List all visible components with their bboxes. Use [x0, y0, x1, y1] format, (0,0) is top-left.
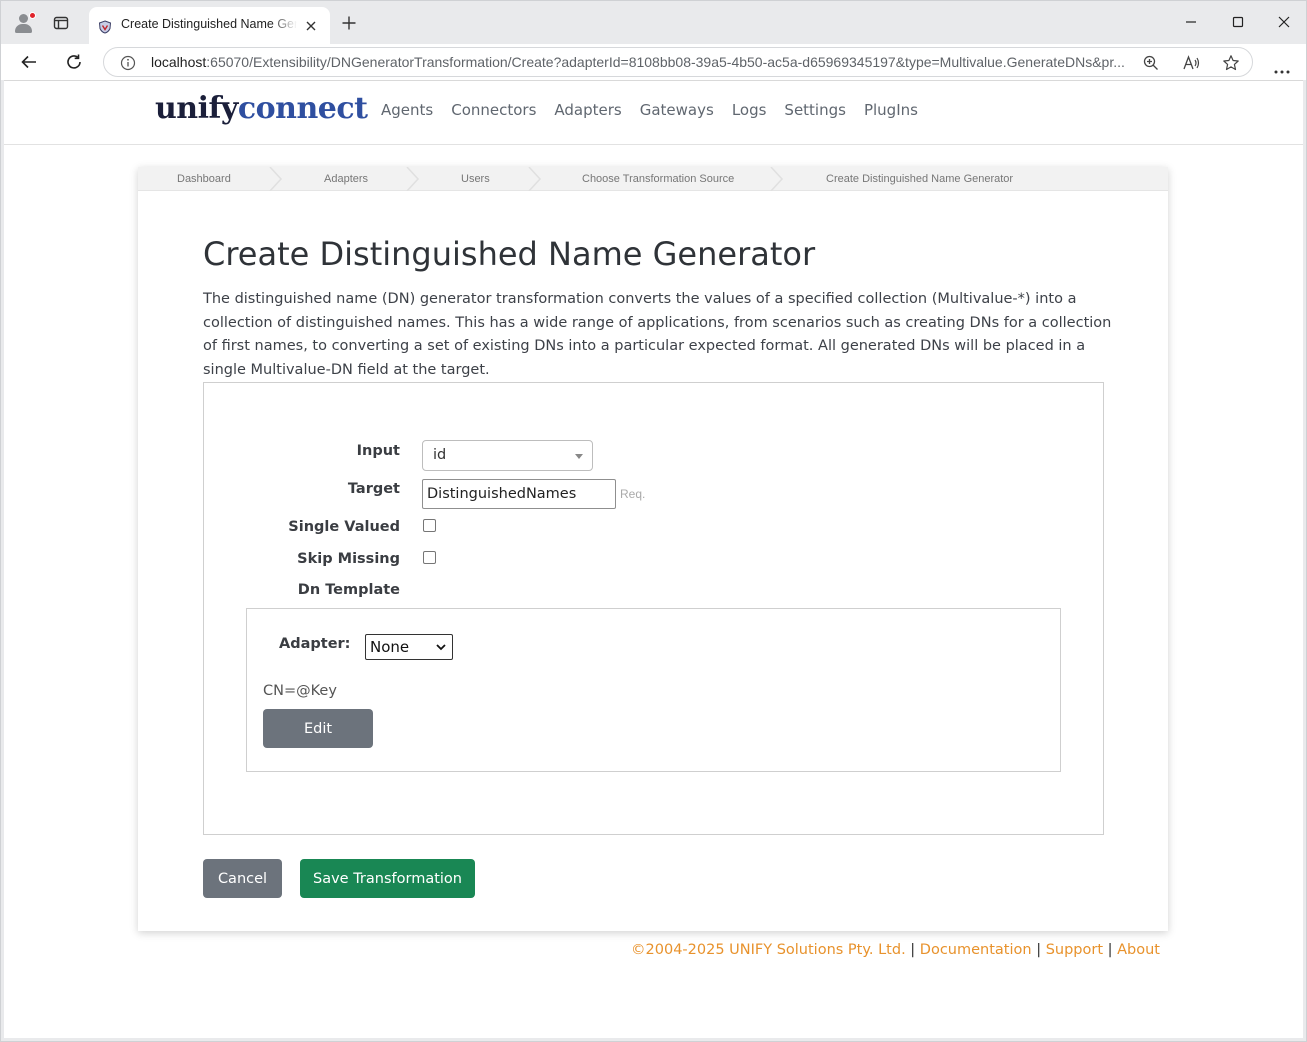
unifyconnect-logo[interactable]: unifyconnect	[155, 91, 368, 126]
minimize-icon[interactable]	[1183, 14, 1199, 30]
adapter-select[interactable]: None	[365, 634, 453, 660]
url-path: :65070/Extensibility/DNGeneratorTransfor…	[206, 54, 1125, 70]
required-hint: Req.	[620, 487, 646, 501]
url-input[interactable]: localhost:65070/Extensibility/DNGenerato…	[103, 47, 1253, 77]
close-tab-icon[interactable]	[303, 18, 319, 34]
url-text: localhost:65070/Extensibility/DNGenerato…	[151, 54, 1131, 70]
nav-logs[interactable]: Logs	[732, 101, 767, 119]
nav-plugins[interactable]: PlugIns	[864, 101, 918, 119]
back-arrow-icon[interactable]	[20, 53, 38, 71]
footer-separator: |	[1036, 942, 1042, 958]
cancel-button[interactable]: Cancel	[203, 859, 282, 898]
nav-gateways[interactable]: Gateways	[640, 101, 714, 119]
window-border-bottom	[0, 1038, 1307, 1042]
tab-actions-icon[interactable]	[53, 15, 69, 31]
adapter-label: Adapter:	[279, 636, 351, 652]
browser-tab-active[interactable]: Create Distinguished Name Generator	[89, 7, 330, 45]
footer-separator: |	[910, 942, 916, 958]
profile-icon[interactable]	[13, 12, 36, 34]
window-border-right	[1303, 80, 1307, 1038]
skip-missing-label: Skip Missing	[297, 551, 400, 567]
new-tab-icon[interactable]	[341, 15, 357, 31]
nav-settings[interactable]: Settings	[784, 101, 846, 119]
breadcrumb-choose-source[interactable]: Choose Transformation Source	[582, 173, 734, 185]
address-bar-row: localhost:65070/Extensibility/DNGenerato…	[0, 44, 1307, 80]
logo-part-connect: connect	[237, 91, 368, 126]
breadcrumb-separator-icon	[269, 167, 283, 191]
input-select[interactable]: id	[422, 440, 593, 471]
page-viewport: unifyconnect Agents Connectors Adapters …	[4, 80, 1303, 1038]
read-aloud-icon[interactable]	[1182, 54, 1200, 72]
site-footer: ©2004-2025 UNIFY Solutions Pty. Ltd. | D…	[631, 942, 1160, 958]
dropdown-caret-icon	[575, 454, 583, 459]
browser-tab-strip: Create Distinguished Name Generator	[0, 0, 1307, 45]
site-favicon-icon	[98, 19, 112, 34]
nav-connectors[interactable]: Connectors	[451, 101, 536, 119]
input-label: Input	[356, 443, 400, 459]
target-input[interactable]	[422, 479, 616, 509]
single-valued-checkbox[interactable]	[423, 519, 436, 532]
dn-template-label: Dn Template	[297, 582, 400, 598]
edit-template-button[interactable]: Edit	[263, 709, 373, 748]
breadcrumb-current: Create Distinguished Name Generator	[826, 173, 1014, 185]
maximize-icon[interactable]	[1230, 14, 1246, 30]
logo-part-unify: unify	[155, 91, 238, 126]
support-link[interactable]: Support	[1046, 942, 1103, 958]
close-window-icon[interactable]	[1276, 14, 1292, 30]
breadcrumb-separator-icon	[528, 167, 542, 191]
breadcrumb-separator-icon	[770, 167, 784, 191]
save-transformation-button[interactable]: Save Transformation	[300, 859, 475, 898]
footer-separator: |	[1107, 942, 1113, 958]
chevron-down-icon	[436, 644, 446, 651]
zoom-icon[interactable]	[1142, 54, 1160, 72]
nav-adapters[interactable]: Adapters	[554, 101, 621, 119]
nav-agents[interactable]: Agents	[381, 101, 433, 119]
dn-template-value: CN=@Key	[263, 683, 337, 699]
content-panel: Dashboard Adapters Users Choose Transfor…	[138, 167, 1168, 931]
main-nav: Agents Connectors Adapters Gateways Logs…	[381, 101, 918, 119]
skip-missing-checkbox[interactable]	[423, 551, 436, 564]
documentation-link[interactable]: Documentation	[920, 942, 1032, 958]
browser-menu-icon[interactable]	[1273, 60, 1291, 74]
dn-template-editor: Adapter: None CN=@Key Edit	[246, 608, 1061, 772]
tab-title: Create Distinguished Name Generator	[121, 17, 297, 31]
breadcrumb-adapters[interactable]: Adapters	[324, 173, 368, 185]
site-info-icon[interactable]	[120, 55, 136, 71]
site-header: unifyconnect Agents Connectors Adapters …	[4, 81, 1303, 145]
target-label: Target	[347, 481, 400, 497]
about-link[interactable]: About	[1117, 942, 1160, 958]
url-host: localhost	[151, 54, 207, 70]
transformation-form: Input id Target Req. Single Valued Skip …	[203, 382, 1104, 835]
adapter-select-value: None	[370, 638, 410, 656]
breadcrumb-dashboard[interactable]: Dashboard	[177, 173, 231, 185]
breadcrumb-users[interactable]: Users	[461, 173, 490, 185]
page-title: Create Distinguished Name Generator	[203, 235, 816, 273]
page-description: The distinguished name (DN) generator tr…	[203, 291, 1112, 379]
favorite-star-icon[interactable]	[1222, 54, 1240, 72]
single-valued-label: Single Valued	[288, 519, 400, 535]
breadcrumb-separator-icon	[406, 167, 420, 191]
input-select-value: id	[433, 447, 447, 463]
breadcrumb: Dashboard Adapters Users Choose Transfor…	[138, 167, 1168, 191]
refresh-icon[interactable]	[65, 53, 83, 71]
copyright-text: ©2004-2025 UNIFY Solutions Pty. Ltd.	[631, 942, 906, 958]
